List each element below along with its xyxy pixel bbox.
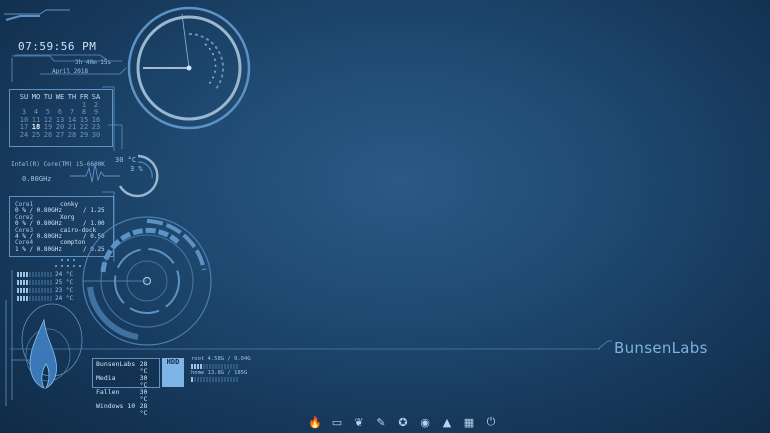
hdd-drive-name: Media (96, 374, 116, 382)
cpu-usage: 3 % (130, 165, 143, 173)
calendar-frame (102, 86, 123, 151)
calendar-weekday: SU (19, 93, 29, 101)
cpu-frequency: 0.80GHz (22, 175, 52, 183)
settings-icon[interactable]: ✪ (396, 415, 410, 429)
hdd-drive-temp: 30 °C (139, 388, 148, 403)
power-icon[interactable]: ⏻ (484, 415, 498, 429)
calendar-days: 1 2 3 4 5 6 7 8 9 10 11 12 13 14 15 16 17 18 19 20 21 22 23 24 2… (18, 101, 112, 140)
hdd-panel: BunsenLabs 28 °C Media 30 °C Fallen 30 °C Wind… (92, 358, 160, 417)
calendar-day: 28 (67, 130, 77, 139)
clock-dial (127, 6, 251, 130)
calendar-weekday: WE (55, 93, 65, 101)
editor-icon[interactable]: ✎ (374, 415, 388, 429)
terminal-icon[interactable]: ▭ (330, 415, 344, 429)
hdd-drive-temp: 30 °C (139, 374, 148, 389)
disk-home: home 13.8G / 185G (191, 369, 248, 376)
cpu-core-value: 1 % / 0.80GHz (15, 245, 62, 253)
cpu-temp: 30 °C (115, 156, 137, 164)
calendar-day: 27 (55, 130, 65, 139)
launcher-icon[interactable]: ▲ (440, 415, 454, 429)
flame-icon[interactable]: 🔥 (308, 415, 322, 429)
disk-root-bar (191, 363, 251, 369)
brand-logo-text: BunsenLabs (614, 339, 708, 357)
dock: 🔥 ▭ ❦ ✎ ✪ ◉ ▲ ▦ ⏻ (308, 415, 498, 429)
calendar-day: 24 (19, 130, 29, 139)
calendar-day: 25 (31, 130, 41, 139)
hdd-drive-row: Windows 10 28 °C (96, 403, 159, 417)
hdd-list: BunsenLabs 28 °C Media 30 °C Fallen 30 °C Wind… (96, 361, 159, 417)
hdd-drive-name: BunsenLabs (96, 360, 136, 368)
hdd-drive-temp: 28 °C (139, 402, 148, 417)
calendar-day: 29 (79, 130, 89, 139)
calendar: SU MO TU WE TH FR SA 1 2 3 4 5 6 7 8 9 10 11 12 13 14 15 16 17… (9, 89, 113, 147)
hdd-drive-name: Fallen (96, 388, 120, 396)
disk-usage: root 4.58G / 9.04G home 13.8G / 185G (191, 356, 251, 383)
hdd-drive-name: Windows 10 (96, 402, 136, 410)
hdd-drive-temp: 28 °C (139, 360, 148, 375)
hdd-drive-row: Media 30 °C (96, 375, 159, 389)
disk-home-bar (191, 377, 251, 382)
hdd-drive-row: BunsenLabs 28 °C (96, 361, 159, 375)
file-manager-icon[interactable]: ❦ (352, 415, 366, 429)
hdd-drive-row: Fallen 30 °C (96, 389, 159, 403)
clock-frame (11, 55, 127, 82)
calendar-day: 26 (43, 130, 53, 139)
calendar-weekday: MO (31, 93, 41, 101)
hdd-label: HDD (162, 358, 184, 387)
calendar-weekday: TH (67, 93, 77, 101)
browser-icon[interactable]: ◉ (418, 415, 432, 429)
calendar-week: 24 25 26 27 28 29 30 (18, 130, 112, 140)
calendar-weekday: TU (43, 93, 53, 101)
calculator-icon[interactable]: ▦ (462, 415, 476, 429)
